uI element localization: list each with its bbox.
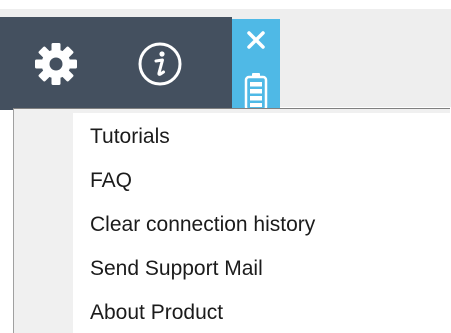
menu-item-tutorials[interactable]: Tutorials [90,125,170,149]
settings-button[interactable] [8,17,104,110]
menu-item-send-support-mail[interactable]: Send Support Mail [90,257,263,281]
gear-icon [35,42,77,85]
close-icon [247,31,265,49]
menu-item-faq[interactable]: FAQ [90,169,132,193]
dropdown-menu-list: Tutorials FAQ Clear connection history S… [73,113,450,333]
info-icon [138,42,182,85]
menu-item-clear-connection-history[interactable]: Clear connection history [90,213,315,237]
close-button[interactable] [240,25,272,55]
toolbar [0,17,232,110]
battery-icon [244,73,268,112]
info-button[interactable] [112,17,208,110]
device-tab [232,19,280,112]
menu-item-about-product[interactable]: About Product [90,301,223,325]
